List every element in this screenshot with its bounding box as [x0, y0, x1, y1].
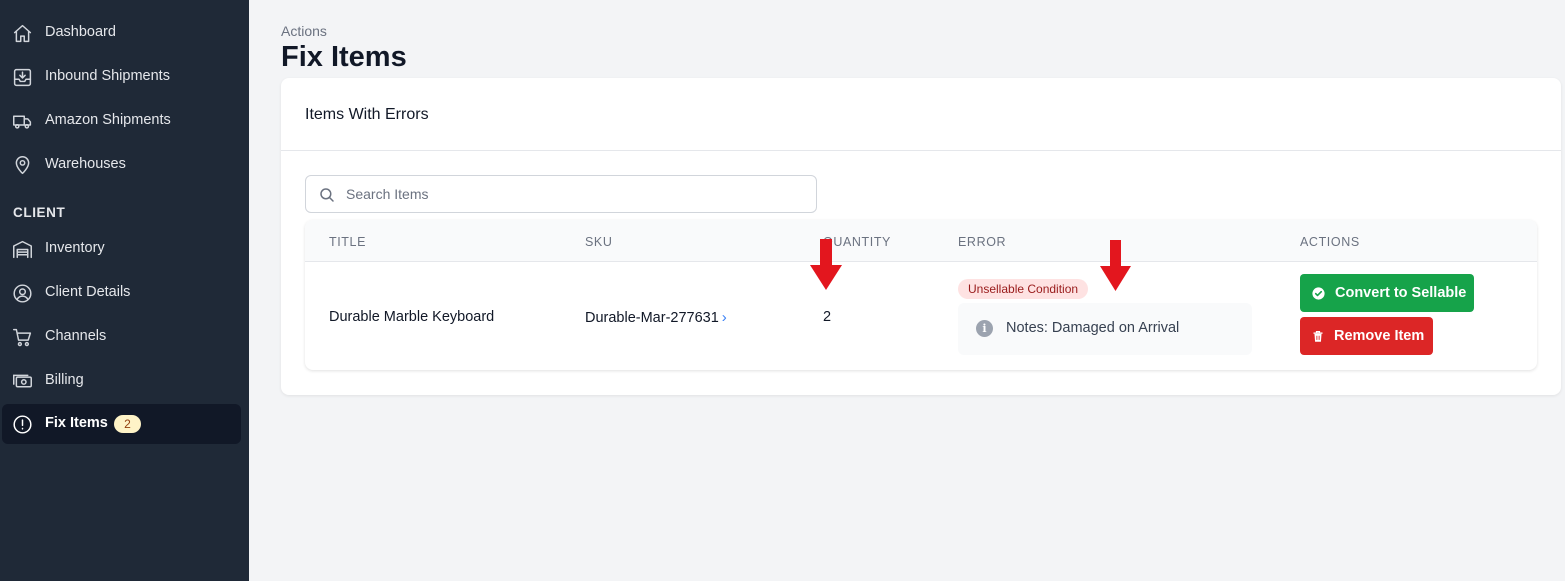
search-icon: [318, 186, 336, 204]
sidebar-item-label: Inbound Shipments: [45, 68, 170, 84]
remove-button-label: Remove Item: [1334, 328, 1425, 344]
card-header: Items With Errors: [281, 78, 1561, 151]
annotation-arrow-down-icon: [810, 239, 842, 290]
cart-icon: [11, 326, 33, 348]
convert-button-label: Convert to Sellable: [1335, 285, 1467, 301]
sidebar-item-label: Amazon Shipments: [45, 112, 171, 128]
page-title: Fix Items: [281, 41, 407, 73]
sidebar-item-label: Fix Items: [45, 415, 108, 431]
column-header-title: TITLE: [329, 235, 367, 249]
table-header: TITLE SKU QUANTITY ERROR ACTIONS: [305, 220, 1537, 262]
breadcrumb[interactable]: Actions: [281, 23, 327, 39]
info-icon: i: [976, 320, 993, 337]
item-sku: Durable-Mar-277631: [585, 309, 719, 326]
sidebar-item-warehouses[interactable]: Warehouses: [2, 145, 241, 185]
sidebar-item-label: Dashboard: [45, 24, 116, 40]
sidebar-item-fix-items[interactable]: Fix Items 2: [2, 404, 241, 444]
sidebar-item-inventory[interactable]: Inventory: [2, 229, 241, 269]
user-circle-icon: [11, 282, 33, 304]
items-with-errors-card: Items With Errors TITLE SKU QUANTITY ERR…: [281, 78, 1561, 395]
trash-icon: [1312, 329, 1324, 343]
chevron-right-icon: ›: [721, 309, 727, 326]
column-header-sku: SKU: [585, 235, 613, 249]
cash-icon: [11, 370, 33, 392]
fix-items-count-badge: 2: [114, 415, 141, 433]
sidebar-item-label: Billing: [45, 372, 84, 388]
sidebar-item-amazon-shipments[interactable]: Amazon Shipments: [2, 101, 241, 141]
sidebar-item-dashboard[interactable]: Dashboard: [2, 13, 241, 53]
search-input[interactable]: [346, 176, 806, 212]
column-header-actions: ACTIONS: [1300, 235, 1360, 249]
sidebar-item-inbound-shipments[interactable]: Inbound Shipments: [2, 57, 241, 97]
item-quantity: 2: [823, 309, 832, 325]
sidebar-item-client-details[interactable]: Client Details: [2, 273, 241, 313]
sidebar-item-channels[interactable]: Channels: [2, 317, 241, 357]
check-circle-icon: [1312, 286, 1325, 300]
sidebar-item-label: Warehouses: [45, 156, 126, 172]
sidebar-item-billing[interactable]: Billing: [2, 361, 241, 401]
truck-icon: [11, 110, 33, 132]
notes-text: Notes: Damaged on Arrival: [1006, 320, 1180, 336]
convert-to-sellable-button[interactable]: Convert to Sellable: [1300, 274, 1474, 312]
items-table: TITLE SKU QUANTITY ERROR ACTIONS Durable…: [305, 220, 1537, 370]
sidebar: Dashboard Inbound Shipments Amazon Shipm…: [0, 0, 249, 581]
error-badge: Unsellable Condition: [958, 279, 1089, 299]
item-title: Durable Marble Keyboard: [329, 309, 495, 325]
column-header-error: ERROR: [958, 235, 1007, 249]
inbox-icon: [11, 66, 33, 88]
sidebar-item-label: Channels: [45, 328, 107, 344]
annotation-arrow-down-icon: [1100, 240, 1131, 291]
sidebar-section-client: CLIENT: [13, 205, 66, 220]
remove-item-button[interactable]: Remove Item: [1300, 317, 1433, 355]
error-notes: i Notes: Damaged on Arrival: [958, 303, 1252, 355]
map-pin-icon: [11, 154, 33, 176]
exclamation-circle-icon: [11, 413, 33, 435]
home-icon: [11, 22, 33, 44]
search-box[interactable]: [305, 175, 817, 213]
card-title: Items With Errors: [305, 106, 429, 123]
sidebar-item-label: Inventory: [45, 240, 105, 256]
warehouse-icon: [11, 238, 33, 260]
sidebar-item-label: Client Details: [45, 284, 131, 300]
item-sku-link[interactable]: Durable-Mar-277631 ›: [585, 309, 727, 326]
